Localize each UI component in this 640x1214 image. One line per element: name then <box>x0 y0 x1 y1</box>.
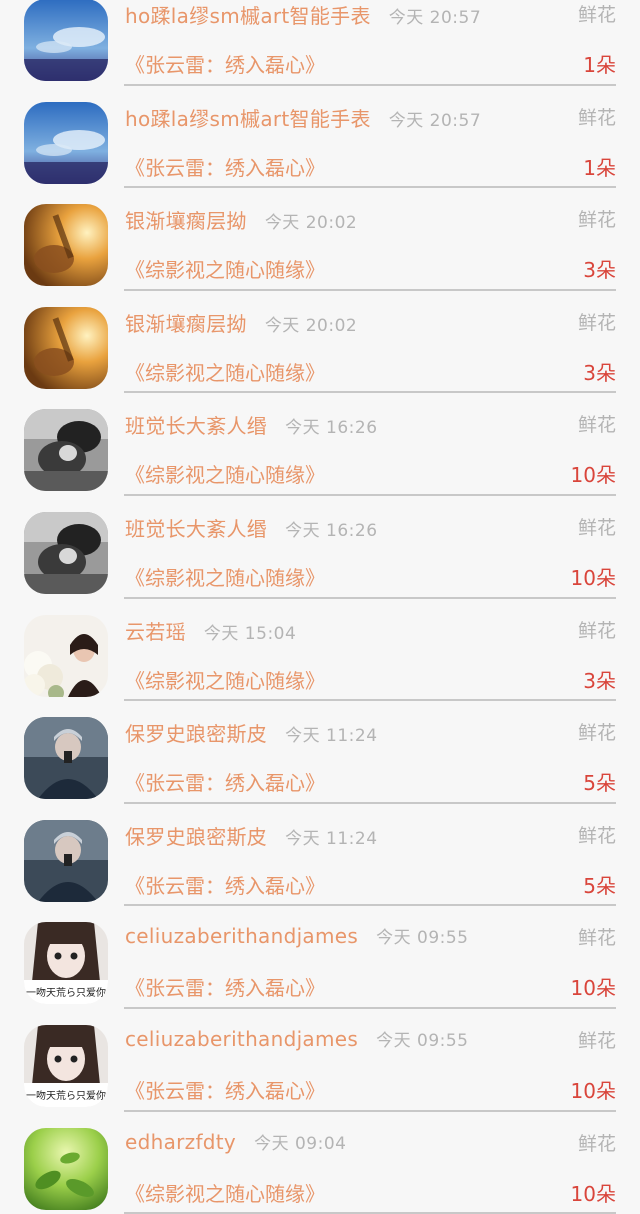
gift-count: 5朵 <box>583 873 616 898</box>
gift-time: 今天 11:24 <box>285 828 378 849</box>
list-item[interactable]: 班觉长大紊人缗 今天 16:26 鲜花 《综影视之随心随缘》 10朵 <box>0 393 640 496</box>
sender-name[interactable]: ho蹂la缪sm槭art智能手表 今天 20:57 <box>125 103 481 132</box>
gift-count: 3朵 <box>583 258 616 283</box>
list-item[interactable]: edharzfdty 今天 09:04 鲜花 《综影视之随心随缘》 10朵 <box>0 1112 640 1214</box>
sender-name[interactable]: 银渐壤瘸层拗 今天 20:02 <box>125 308 357 337</box>
green-leaves-avatar[interactable] <box>24 1127 108 1210</box>
list-item[interactable]: 保罗史踉密斯皮 今天 11:24 鲜花 《张云雷：绣入磊心》 5朵 <box>0 804 640 907</box>
gift-type-label: 鲜花 <box>577 927 616 950</box>
gift-time: 今天 16:26 <box>285 418 378 439</box>
girl-caption-avatar[interactable]: 一吻天荒ら只爱你 <box>24 922 108 1005</box>
gift-type-label: 鲜花 <box>577 1132 616 1155</box>
gift-count: 10朵 <box>570 565 616 590</box>
couple-bw-avatar[interactable] <box>24 511 108 594</box>
list-item[interactable]: 银渐壤瘸层拗 今天 20:02 鲜花 《综影视之随心随缘》 3朵 <box>0 291 640 394</box>
selfie-boy-avatar[interactable] <box>24 819 108 902</box>
list-item[interactable]: 保罗史踉密斯皮 今天 11:24 鲜花 《张云雷：绣入磊心》 5朵 <box>0 701 640 804</box>
book-title[interactable]: 《综影视之随心随缘》 <box>125 459 325 488</box>
gift-count: 10朵 <box>570 1181 616 1206</box>
sender-name[interactable]: 班觉长大紊人缗 今天 16:26 <box>125 410 378 439</box>
sender-name[interactable]: edharzfdty 今天 09:04 <box>125 1129 346 1154</box>
gift-count: 1朵 <box>583 155 616 180</box>
list-item[interactable]: 云若瑶 今天 15:04 鲜花 《综影视之随心随缘》 3朵 <box>0 599 640 702</box>
book-title[interactable]: 《张云雷：绣入磊心》 <box>125 870 325 899</box>
book-title[interactable]: 《综影视之随心随缘》 <box>125 1178 325 1207</box>
selfie-boy-avatar[interactable] <box>24 717 108 800</box>
gift-time: 今天 15:04 <box>203 623 297 644</box>
avatar-caption: 一吻天荒ら只爱你 <box>26 986 106 999</box>
gift-type-label: 鲜花 <box>577 4 616 26</box>
book-title[interactable]: 《张云雷：绣入磊心》 <box>125 972 325 1001</box>
gift-count: 1朵 <box>583 53 616 77</box>
gift-type-label: 鲜花 <box>577 209 616 232</box>
guitar-sunset-avatar[interactable] <box>24 306 108 389</box>
gift-type-label: 鲜花 <box>577 722 616 745</box>
list-item[interactable]: 一吻天荒ら只爱你 celiuzaberithandjames 今天 09:55 鲜… <box>0 906 640 1009</box>
gift-time: 今天 20:02 <box>264 315 358 336</box>
avatar-caption: 一吻天荒ら只爱你 <box>26 1089 106 1102</box>
gift-count: 3朵 <box>583 668 616 693</box>
gift-time: 今天 09:04 <box>254 1133 347 1154</box>
book-title[interactable]: 《综影视之随心随缘》 <box>125 254 325 283</box>
gift-time: 今天 20:57 <box>388 8 482 28</box>
sender-name[interactable]: celiuzaberithandjames 今天 09:55 <box>125 1026 469 1051</box>
sky-photo-avatar[interactable] <box>24 101 108 184</box>
sender-name[interactable]: 班觉长大紊人缗 今天 16:26 <box>125 513 378 542</box>
gift-time: 今天 11:24 <box>285 726 378 747</box>
flower-girl-avatar[interactable] <box>24 614 108 697</box>
book-title[interactable]: 《综影视之随心随缘》 <box>125 357 325 386</box>
sender-name[interactable]: celiuzaberithandjames 今天 09:55 <box>125 923 469 948</box>
girl-caption-avatar[interactable]: 一吻天荒ら只爱你 <box>24 1024 108 1107</box>
guitar-sunset-avatar[interactable] <box>24 204 108 287</box>
gift-type-label: 鲜花 <box>577 414 616 437</box>
list-item[interactable]: ho蹂la缪sm槭art智能手表 今天 20:57 鲜花 《张云雷：绣入磊心》 1… <box>0 0 640 86</box>
book-title[interactable]: 《综影视之随心随缘》 <box>125 562 325 591</box>
list-item[interactable]: 班觉长大紊人缗 今天 16:26 鲜花 《综影视之随心随缘》 10朵 <box>0 496 640 599</box>
sender-name[interactable]: 保罗史踉密斯皮 今天 11:24 <box>125 821 378 850</box>
book-title[interactable]: 《张云雷：绣入磊心》 <box>125 152 325 181</box>
book-title[interactable]: 《综影视之随心随缘》 <box>125 665 325 694</box>
gift-count: 10朵 <box>570 976 616 1001</box>
sender-name[interactable]: 银渐壤瘸层拗 今天 20:02 <box>125 205 357 234</box>
gift-count: 3朵 <box>583 360 616 385</box>
gift-time: 今天 20:57 <box>388 110 482 131</box>
sender-name[interactable]: 保罗史踉密斯皮 今天 11:24 <box>125 718 378 747</box>
gift-time: 今天 16:26 <box>285 520 378 541</box>
sender-name[interactable]: ho蹂la缪sm槭art智能手表 今天 20:57 <box>125 0 481 29</box>
list-item[interactable]: ho蹂la缪sm槭art智能手表 今天 20:57 鲜花 《张云雷：绣入磊心》 1… <box>0 86 640 189</box>
gift-type-label: 鲜花 <box>577 516 616 539</box>
list-item[interactable]: 一吻天荒ら只爱你 celiuzaberithandjames 今天 09:55 鲜… <box>0 1009 640 1112</box>
gift-time: 今天 09:55 <box>376 1030 469 1051</box>
gift-type-label: 鲜花 <box>577 106 616 129</box>
gift-count: 10朵 <box>570 463 616 488</box>
book-title[interactable]: 《张云雷：绣入磊心》 <box>125 1075 325 1104</box>
gift-count: 10朵 <box>570 1078 616 1103</box>
gift-time: 今天 09:55 <box>376 928 469 949</box>
gift-type-label: 鲜花 <box>577 1029 616 1052</box>
list-item[interactable]: 银渐壤瘸层拗 今天 20:02 鲜花 《综影视之随心随缘》 3朵 <box>0 188 640 291</box>
gift-type-label: 鲜花 <box>577 824 616 847</box>
book-title[interactable]: 《张云雷：绣入磊心》 <box>125 767 325 796</box>
sender-name[interactable]: 云若瑶 今天 15:04 <box>125 616 296 645</box>
gift-count: 5朵 <box>583 771 616 796</box>
gift-record-list: ho蹂la缪sm槭art智能手表 今天 20:57 鲜花 《张云雷：绣入磊心》 1… <box>0 0 640 1214</box>
couple-bw-avatar[interactable] <box>24 409 108 492</box>
gift-type-label: 鲜花 <box>577 311 616 334</box>
gift-type-label: 鲜花 <box>577 619 616 642</box>
gift-time: 今天 20:02 <box>264 213 358 234</box>
sky-photo-avatar[interactable] <box>24 0 108 81</box>
book-title[interactable]: 《张云雷：绣入磊心》 <box>125 49 325 78</box>
